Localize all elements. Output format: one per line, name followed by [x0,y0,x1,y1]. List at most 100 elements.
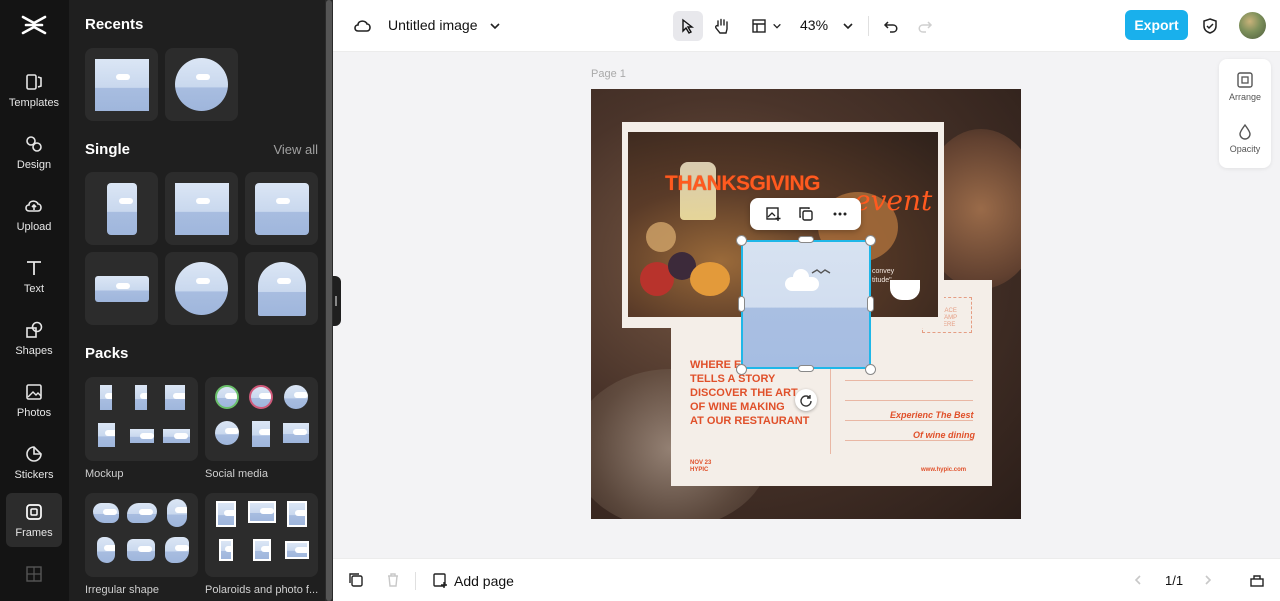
frame-tile[interactable] [85,48,158,121]
chevron-down-icon[interactable] [483,14,507,38]
postcard-experience-text: Experienc The Best [890,410,974,420]
frame-preview [94,275,149,302]
chevron-down-icon[interactable] [765,14,789,38]
hand-tool-button[interactable] [710,14,734,38]
mini-frame [93,503,119,523]
cursor-icon [682,18,695,34]
frame-preview [254,182,309,235]
resize-handle-top-right[interactable] [865,235,876,246]
zoom-level[interactable]: 43% [800,17,828,33]
mini-frame [216,501,236,527]
add-page-icon[interactable] [431,571,449,589]
rotate-icon [800,395,812,407]
rail-item-design[interactable]: Design [6,125,62,179]
bottom-bar: Add page 1/1 [333,558,1280,601]
chevron-left-icon[interactable] [1129,571,1147,589]
replace-image-icon[interactable] [764,205,782,223]
frame-tile[interactable] [85,172,158,245]
export-button[interactable]: Export [1125,10,1188,40]
panel-scrollbar[interactable] [325,0,333,601]
frame-tile[interactable] [165,48,238,121]
rail-label: Templates [8,96,60,109]
trash-icon[interactable] [384,571,402,589]
photos-icon [26,383,42,400]
bird-icon [811,269,831,274]
fruit-shape [690,262,730,296]
resize-handle-right[interactable] [867,296,874,312]
page-overview-icon[interactable] [1248,571,1266,589]
page-label: Page 1 [591,68,626,80]
add-page-button[interactable]: Add page [454,573,514,589]
templates-icon [26,73,42,90]
view-all-link[interactable]: View all [273,142,318,157]
collapse-panel-handle[interactable] [333,276,341,326]
packs-heading: Packs [85,345,129,362]
rail-item-stickers[interactable]: Stickers [6,435,62,489]
mini-frame [98,423,115,447]
rotate-handle[interactable] [795,389,817,411]
postcard-line [845,380,973,381]
properties-side-panel: Arrange Opacity [1219,59,1271,168]
arrange-label: Arrange [1228,92,1262,102]
rail-item-templates[interactable]: Templates [6,63,62,117]
select-tool-button[interactable] [673,11,703,41]
selected-frame[interactable] [741,240,871,369]
rail-label: Text [23,282,45,295]
resize-handle-bottom-right[interactable] [865,364,876,375]
fruit-shape [646,222,676,252]
arrange-button[interactable]: Arrange [1219,71,1271,102]
top-toolbar: Untitled image 43% Export [333,0,1280,52]
frame-tile[interactable] [245,172,318,245]
single-heading: Single [85,141,131,158]
mini-frame [97,537,115,563]
resize-handle-bottom-left[interactable] [736,364,747,375]
postcard-wine-text: Of wine dining [913,430,975,440]
rail-item-photos[interactable]: Photos [6,373,62,427]
duplicate-icon[interactable] [797,205,815,223]
opacity-button[interactable]: Opacity [1219,123,1271,154]
chevron-down-icon[interactable] [836,14,860,38]
rail-label: Shapes [15,344,53,357]
avatar[interactable] [1239,12,1266,39]
pack-irregular-shape[interactable] [85,493,198,577]
pack-mockup[interactable] [85,377,198,461]
shield-icon[interactable] [1198,14,1222,38]
pack-polaroids[interactable] [205,493,318,577]
resize-handle-bottom[interactable] [798,365,814,372]
stickers-icon [26,445,42,462]
resize-handle-top[interactable] [798,236,814,243]
capcut-logo-icon[interactable] [21,14,47,36]
rail-item-frames[interactable]: Frames [6,493,62,547]
cup-shape [890,280,920,300]
scroll-thumb[interactable] [326,0,332,601]
mini-frame [215,421,239,445]
frame-tile[interactable] [165,252,238,325]
postcard-date: NOV 23 HYPIC [690,460,712,473]
postcard-website: www.hypic.com [921,467,967,473]
resize-handle-left[interactable] [738,296,745,312]
undo-button[interactable] [879,14,903,38]
more-options-icon[interactable] [831,205,849,223]
pack-social-media[interactable] [205,377,318,461]
frame-tile[interactable] [85,252,158,325]
frame-tile[interactable] [165,172,238,245]
redo-button[interactable] [913,14,937,38]
frames-panel: Recents Single View all › Packs Mockup S… [69,0,333,601]
more-tools-icon[interactable] [26,566,42,582]
design-icon [26,135,42,152]
mini-frame [130,429,154,443]
undo-icon [883,21,898,33]
chevron-right-icon[interactable] [1199,571,1217,589]
duplicate-page-icon[interactable] [347,571,365,589]
frame-tile[interactable] [245,252,318,325]
cloud-sync-icon[interactable] [351,14,375,38]
document-title[interactable]: Untitled image [388,17,478,33]
shapes-icon [26,321,43,338]
recents-heading: Recents [85,16,144,33]
convey-text: convey titude" [872,268,895,284]
rail-item-upload[interactable]: Upload [6,187,62,241]
rail-item-shapes[interactable]: Shapes [6,311,62,365]
opacity-icon [1239,123,1251,140]
resize-handle-top-left[interactable] [736,235,747,246]
rail-item-text[interactable]: Text [6,249,62,303]
